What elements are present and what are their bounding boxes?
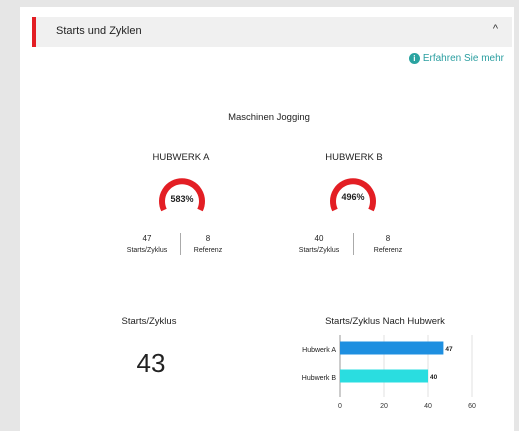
hubwerk-a-percent: 583% <box>170 194 194 204</box>
info-icon: i <box>408 53 420 64</box>
x-tick-label: 60 <box>468 403 476 409</box>
hubwerk-b-ref: 8 <box>385 234 391 243</box>
category-label: Hubwerk A <box>302 347 336 354</box>
chart-title: Starts/Zyklus Nach Hubwerk <box>325 316 445 327</box>
bar-chart: 0 20 40 60 Hubwerk A 47 Hubwerk B 40 <box>302 335 476 409</box>
starts-zyklus-value: 43 <box>136 348 166 378</box>
data-label: 40 <box>430 374 438 381</box>
hubwerk-b-percent: 496% <box>341 192 365 202</box>
divider <box>180 233 181 255</box>
hubwerk-a-title: HUBWERK A <box>152 152 210 163</box>
starts-zyklus-title: Starts/Zyklus <box>121 316 177 327</box>
hubwerk-a-starts-label: Starts/Zyklus <box>126 247 168 254</box>
bar <box>340 341 444 355</box>
jogging-title: Maschinen Jogging <box>228 112 310 123</box>
x-tick-label: 20 <box>380 403 388 409</box>
panel-card: Starts und Zyklen ^ i Erfahren Sie mehr … <box>20 7 514 431</box>
bar <box>340 369 428 383</box>
x-tick-label: 40 <box>424 403 432 409</box>
learn-more-label: Erfahren Sie mehr <box>422 53 504 64</box>
hubwerk-b-starts-label: Starts/Zyklus <box>298 247 340 254</box>
chevron-up-icon[interactable]: ^ <box>493 23 498 35</box>
section-header[interactable]: Starts und Zyklen ^ <box>32 17 512 47</box>
data-label: 47 <box>445 346 453 353</box>
x-tick-label: 0 <box>338 403 342 409</box>
hubwerk-b-title: HUBWERK B <box>325 152 383 163</box>
category-label: Hubwerk B <box>302 375 337 382</box>
section-title: Starts und Zyklen <box>56 25 142 37</box>
hubwerk-b-starts: 40 <box>314 234 324 243</box>
divider <box>353 233 354 255</box>
hubwerk-a-ref: 8 <box>205 234 211 243</box>
gauge-hubwerk-a <box>159 178 205 212</box>
hubwerk-b-ref-label: Referenz <box>373 247 403 254</box>
learn-more-link[interactable]: i Erfahren Sie mehr <box>408 53 504 64</box>
hubwerk-a-ref-label: Referenz <box>193 247 223 254</box>
hubwerk-a-starts: 47 <box>142 234 152 243</box>
